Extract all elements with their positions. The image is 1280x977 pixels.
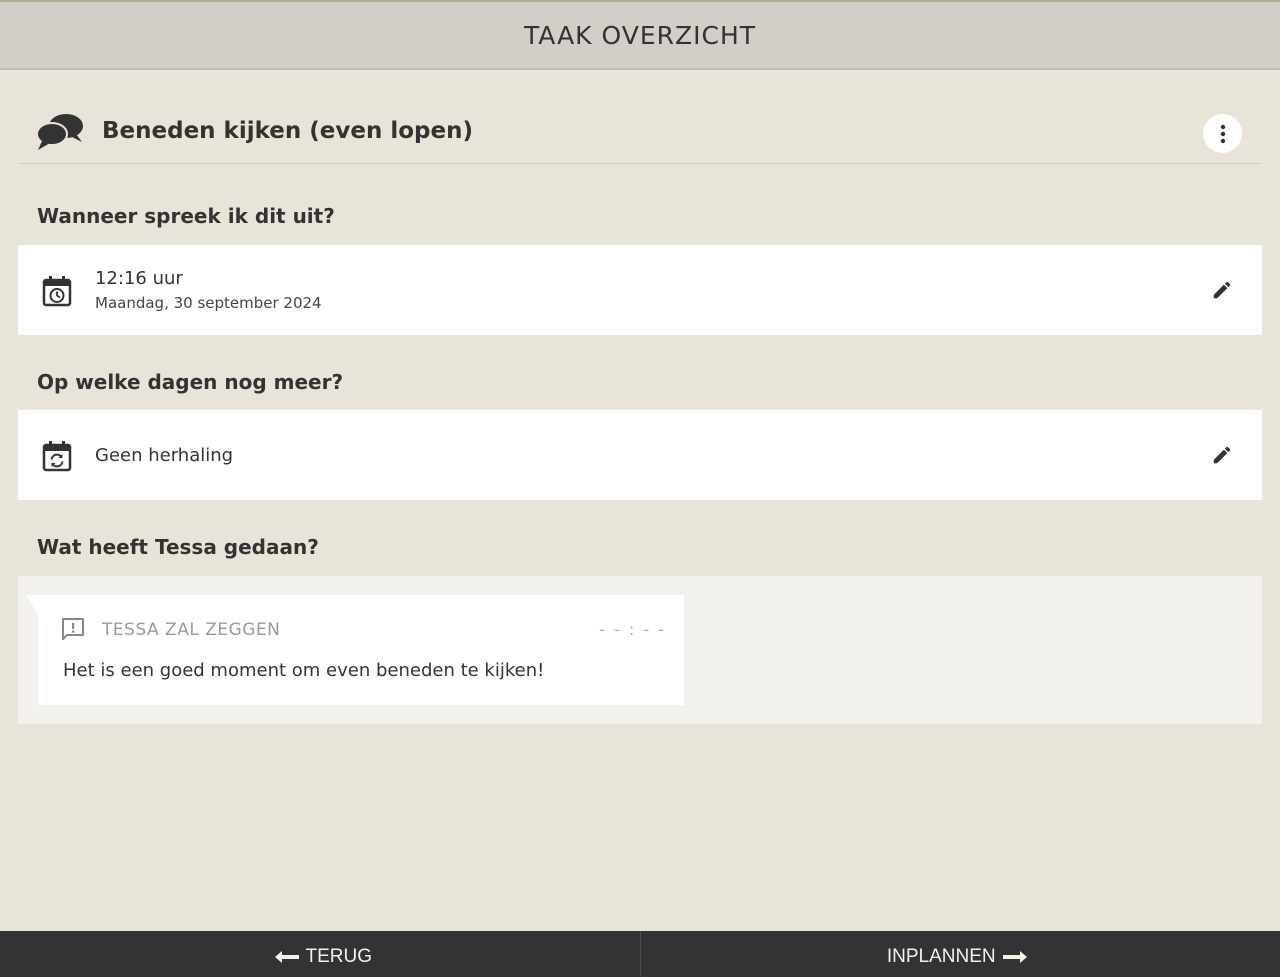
more-options-button[interactable] xyxy=(1203,114,1242,153)
speech-time: - - : - - xyxy=(599,620,666,639)
feedback-icon xyxy=(62,618,84,640)
pencil-icon[interactable] xyxy=(1211,444,1233,466)
back-label: TERUG xyxy=(305,946,373,967)
speech-bubble: TESSA ZAL ZEGGEN - - : - - Het is een go… xyxy=(26,595,684,705)
calendar-clock-icon xyxy=(42,276,72,307)
when-section-label: Wanneer spreek ik dit uit? xyxy=(37,204,335,228)
arrow-right-icon xyxy=(1002,951,1027,963)
page-title: TAAK OVERZICHT xyxy=(523,20,757,50)
task-header: Beneden kijken (even lopen) xyxy=(18,100,1262,164)
activity-panel: TESSA ZAL ZEGGEN - - : - - Het is een go… xyxy=(18,576,1262,724)
pencil-icon[interactable] xyxy=(1211,279,1233,301)
speech-text: Het is een goed moment om even beneden t… xyxy=(63,660,545,681)
repeat-value: Geen herhaling xyxy=(95,445,234,466)
task-title: Beneden kijken (even lopen) xyxy=(102,118,473,144)
repeat-section-label: Op welke dagen nog meer? xyxy=(37,370,344,394)
back-button[interactable]: TERUG xyxy=(0,931,640,977)
activity-section-label: Wat heeft Tessa gedaan? xyxy=(37,535,319,559)
schedule-button[interactable]: INPLANNEN xyxy=(641,931,1280,977)
when-card[interactable]: 12:16 uur Maandag, 30 september 2024 xyxy=(18,245,1262,335)
top-bar: TAAK OVERZICHT xyxy=(0,0,1280,70)
calendar-repeat-icon xyxy=(42,441,72,472)
speech-label: TESSA ZAL ZEGGEN xyxy=(102,620,281,640)
repeat-card[interactable]: Geen herhaling xyxy=(18,410,1262,500)
schedule-label: INPLANNEN xyxy=(886,946,996,967)
more-vert-icon xyxy=(1220,124,1225,143)
footer-bar: TERUG INPLANNEN xyxy=(0,931,1280,977)
scheduled-date: Maandag, 30 september 2024 xyxy=(95,294,322,312)
chat-bubbles-icon xyxy=(36,114,83,150)
scheduled-time: 12:16 uur xyxy=(95,268,183,289)
arrow-left-icon xyxy=(274,951,299,963)
